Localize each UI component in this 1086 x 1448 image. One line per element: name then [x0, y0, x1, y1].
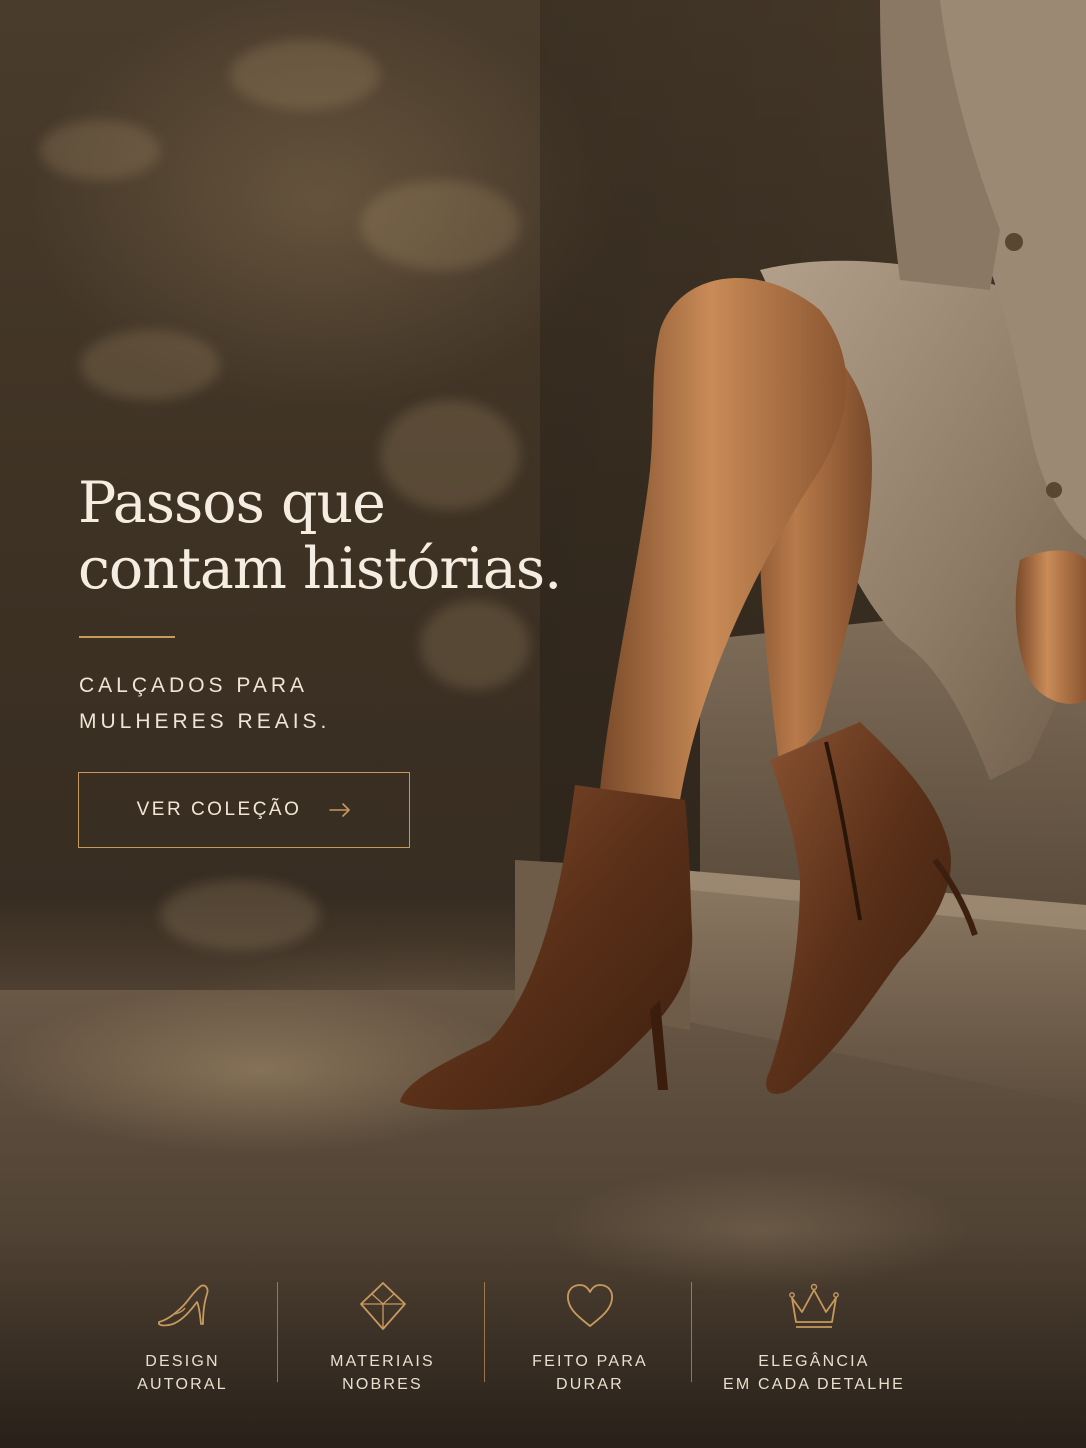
crown-icon: [789, 1283, 839, 1328]
feature-materials-label: MATERIAIS NOBRES: [295, 1350, 470, 1396]
feature-durability: FEITO PARA DURAR: [505, 1270, 675, 1393]
feature-design-label: DESIGN AUTORAL: [100, 1350, 265, 1396]
headline-line-1: Passos que: [78, 470, 386, 536]
feature-durability-label: FEITO PARA DURAR: [505, 1350, 675, 1396]
feature-elegance-line-2: EM CADA DETALHE: [722, 1376, 906, 1393]
hero-banner: Passos que contam histórias. CALÇADOS PA…: [0, 0, 1086, 1448]
feature-elegance-line-1: ELEGÂNCIA: [758, 1353, 870, 1370]
high-heel-icon: [157, 1284, 208, 1327]
feature-materials-line-2: NOBRES: [342, 1376, 423, 1393]
hero-headline: Passos que contam histórias.: [78, 470, 562, 602]
feature-durability-line-1: FEITO PARA: [532, 1353, 648, 1370]
feature-elegance-label: ELEGÂNCIA EM CADA DETALHE: [710, 1350, 918, 1396]
feature-design-line-1: DESIGN: [145, 1353, 220, 1370]
hero-subtitle: CALÇADOS PARA MULHERES REAIS.: [79, 668, 330, 740]
subtitle-line-1: CALÇADOS PARA: [79, 674, 308, 697]
feature-separator: [277, 1282, 278, 1382]
diamond-icon: [359, 1282, 406, 1330]
feature-durability-line-2: DURAR: [556, 1376, 624, 1393]
features-row: DESIGN AUTORAL MATERIAIS NOBRES FEITO PA…: [80, 1270, 1040, 1393]
view-collection-label: VER COLEÇÃO: [136, 799, 302, 820]
feature-separator: [484, 1282, 485, 1382]
heart-icon: [567, 1284, 613, 1327]
subtitle-line-2: MULHERES REAIS.: [79, 710, 331, 733]
view-collection-button[interactable]: VER COLEÇÃO: [78, 772, 410, 848]
headline-line-2: contam histórias.: [78, 536, 562, 602]
ankle-boot-left: [400, 785, 693, 1110]
feature-design: DESIGN AUTORAL: [100, 1270, 265, 1393]
feature-materials-line-1: MATERIAIS: [330, 1353, 435, 1370]
feature-separator: [691, 1282, 692, 1382]
feature-elegance: ELEGÂNCIA EM CADA DETALHE: [710, 1270, 918, 1393]
arrow-right-icon: [329, 803, 351, 817]
divider-line: [79, 636, 175, 638]
feature-design-line-2: AUTORAL: [137, 1376, 228, 1393]
feature-materials: MATERIAIS NOBRES: [295, 1270, 470, 1393]
